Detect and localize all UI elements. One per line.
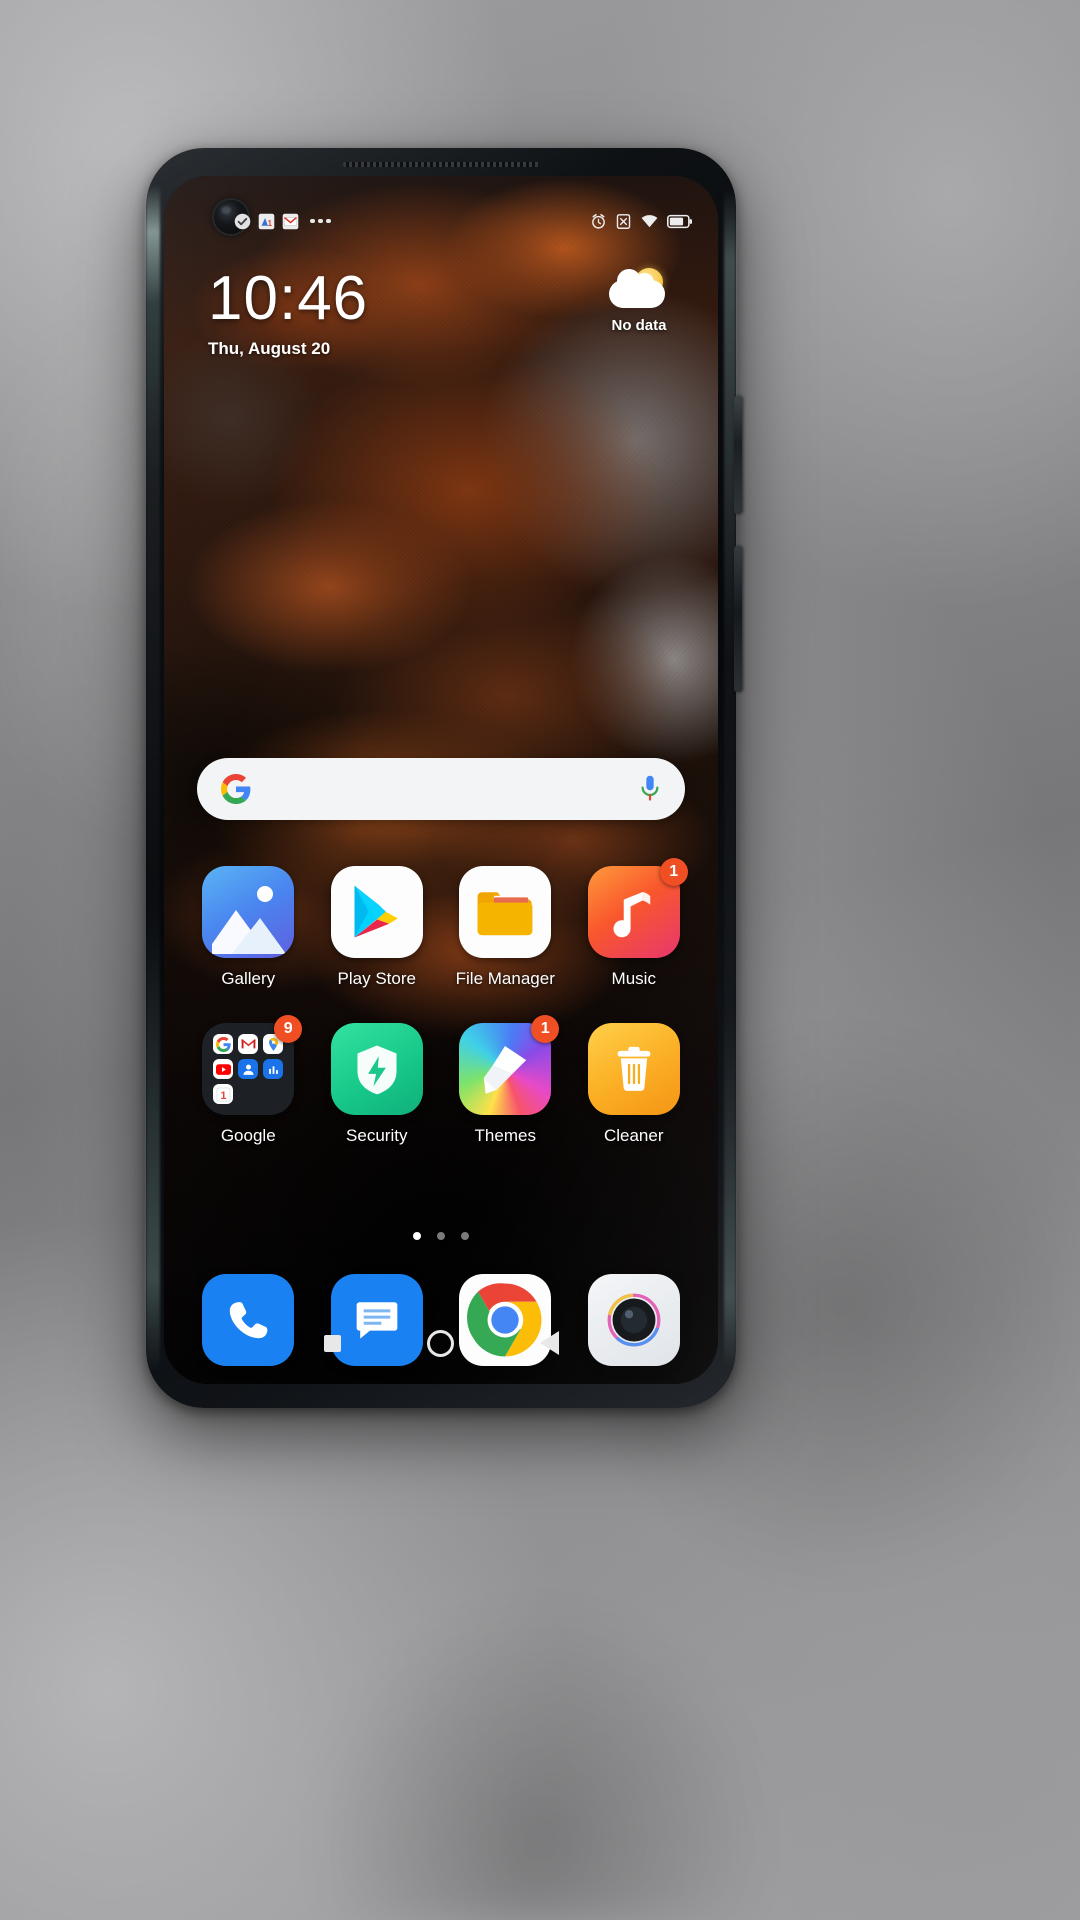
status-bar-notifications: 1 bbox=[234, 213, 331, 230]
status-bar: 1 bbox=[164, 206, 718, 236]
drive-icon bbox=[263, 1059, 284, 1079]
app-row: 1 9 Google Security 1 Themes Cleaner bbox=[184, 1011, 698, 1146]
home-screen-ui: 1 10:46 Thu, August 20 No data Gallery P… bbox=[164, 176, 718, 1384]
page-dot[interactable] bbox=[461, 1232, 469, 1240]
app-gallery[interactable]: Gallery bbox=[184, 854, 313, 989]
wifi-icon bbox=[641, 214, 658, 227]
app-label: Themes bbox=[474, 1126, 536, 1145]
phone-device: 1 10:46 Thu, August 20 No data Gallery P… bbox=[146, 148, 742, 1408]
volume-button[interactable] bbox=[734, 546, 742, 692]
phone-screen: 1 10:46 Thu, August 20 No data Gallery P… bbox=[164, 176, 718, 1384]
calendar-icon: 1 bbox=[213, 1084, 234, 1104]
more-notifications-icon bbox=[310, 218, 331, 224]
battery-icon bbox=[667, 214, 692, 228]
clock-date: Thu, August 20 bbox=[208, 339, 331, 358]
power-button[interactable] bbox=[734, 396, 742, 514]
recents-square-icon[interactable] bbox=[323, 1334, 341, 1352]
status-bar-indicators bbox=[590, 213, 692, 230]
cleaner-icon bbox=[587, 1023, 680, 1115]
app-security[interactable]: Security bbox=[313, 1011, 442, 1146]
file-manager-icon bbox=[459, 866, 552, 958]
notification-badge: 1 bbox=[531, 1015, 560, 1043]
app-notification-icon: 1 bbox=[258, 213, 275, 229]
play-store-icon bbox=[330, 866, 423, 958]
google-search-icon bbox=[213, 1034, 234, 1054]
home-circle-icon[interactable] bbox=[426, 1329, 454, 1357]
svg-text:1: 1 bbox=[268, 218, 273, 227]
navigation-bar bbox=[164, 1316, 718, 1370]
app-themes[interactable]: 1 Themes bbox=[441, 1011, 570, 1146]
phone-right-edge-highlight bbox=[724, 188, 736, 1368]
google-search-bar[interactable] bbox=[197, 758, 685, 820]
clock-widget[interactable]: 10:46 Thu, August 20 bbox=[208, 268, 368, 359]
no-sim-icon bbox=[616, 213, 631, 229]
earpiece-speaker bbox=[343, 162, 539, 167]
app-music[interactable]: 1 Music bbox=[570, 854, 699, 989]
app-label: Security bbox=[346, 1126, 408, 1145]
check-circle-icon bbox=[234, 213, 251, 229]
app-row: Gallery Play Store File Manager 1 Music bbox=[184, 854, 698, 989]
app-grid: Gallery Play Store File Manager 1 Music … bbox=[184, 854, 698, 1146]
alarm-icon bbox=[592, 213, 605, 229]
app-file-manager[interactable]: File Manager bbox=[441, 854, 570, 989]
svg-text:1: 1 bbox=[220, 1089, 226, 1101]
contacts-icon bbox=[238, 1059, 259, 1079]
security-icon bbox=[330, 1023, 423, 1115]
app-label: Cleaner bbox=[603, 1126, 664, 1145]
app-label: Music bbox=[611, 969, 656, 988]
notification-badge: 1 bbox=[659, 858, 688, 886]
page-dot[interactable] bbox=[437, 1232, 445, 1240]
app-label: File Manager bbox=[455, 969, 555, 988]
weather-status: No data bbox=[611, 317, 667, 334]
phone-left-edge-highlight bbox=[146, 184, 160, 1374]
gmail-icon bbox=[282, 213, 299, 229]
google-g-icon bbox=[221, 774, 251, 804]
app-cleaner[interactable]: Cleaner bbox=[570, 1011, 699, 1146]
youtube-icon bbox=[213, 1059, 234, 1079]
page-dot-active[interactable] bbox=[413, 1232, 421, 1240]
app-google-folder[interactable]: 1 9 Google bbox=[184, 1011, 313, 1146]
app-label: Gallery bbox=[221, 969, 276, 988]
sun-behind-cloud-icon bbox=[607, 268, 671, 314]
notification-badge: 9 bbox=[274, 1015, 303, 1043]
app-label: Play Store bbox=[337, 969, 416, 988]
clock-time: 10:46 bbox=[208, 264, 369, 333]
microphone-icon[interactable] bbox=[639, 774, 661, 804]
weather-widget[interactable]: No data bbox=[584, 268, 694, 334]
gmail-icon bbox=[238, 1034, 259, 1054]
page-indicator[interactable] bbox=[164, 1232, 718, 1240]
back-triangle-icon[interactable] bbox=[539, 1331, 559, 1355]
gallery-icon bbox=[202, 866, 295, 958]
app-play-store[interactable]: Play Store bbox=[313, 854, 442, 989]
app-label: Google bbox=[220, 1126, 276, 1145]
